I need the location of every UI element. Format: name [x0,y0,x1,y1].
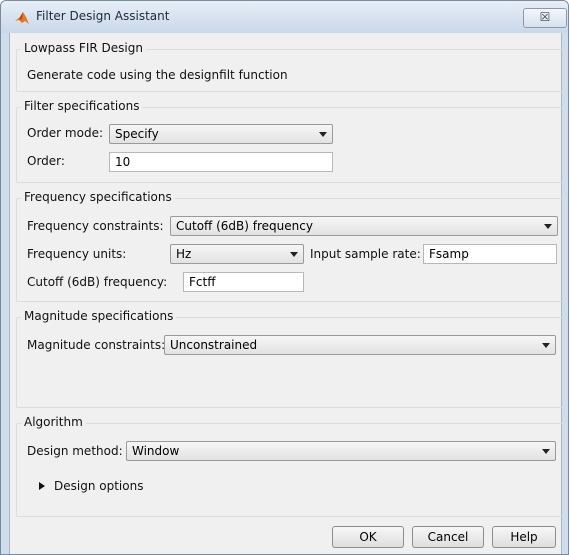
cutoff-frequency-input[interactable]: Fctff [183,272,304,292]
window-title: Filter Design Assistant [36,9,170,23]
design-method-label: Design method: [27,444,123,458]
frequency-units-label: Frequency units: [27,247,127,261]
frequency-constraints-select[interactable]: Cutoff (6dB) frequency [170,216,558,236]
chevron-down-icon [542,343,550,348]
dialog-body: Lowpass FIR Design Generate code using t… [9,33,566,554]
design-subtitle: Generate code using the designfilt funct… [27,68,288,82]
design-group: Lowpass FIR Design Generate code using t… [16,41,566,92]
design-method-select[interactable]: Window [126,441,556,461]
magnitude-specs-group: Magnitude specifications Magnitude const… [16,309,566,408]
ok-button[interactable]: OK [332,526,404,548]
magnitude-specs-title: Magnitude specifications [21,309,177,323]
order-value: 10 [115,155,131,169]
magnitude-constraints-select[interactable]: Unconstrained [164,335,556,355]
sample-rate-value: Fsamp [429,247,469,261]
cutoff-frequency-label: Cutoff (6dB) frequency: [27,275,168,289]
filter-specs-title: Filter specifications [21,99,143,113]
design-options-expander[interactable]: Design options [39,476,189,496]
sample-rate-input[interactable]: Fsamp [423,244,557,264]
design-method-value: Window [132,444,180,458]
matlab-logo-icon [15,12,29,24]
chevron-down-icon [319,132,327,137]
order-mode-select[interactable]: Specify [109,124,333,144]
triangle-right-icon [39,482,45,490]
order-input[interactable]: 10 [109,152,333,172]
magnitude-constraints-label: Magnitude constraints: [27,338,166,352]
frequency-specs-title: Frequency specifications [21,190,175,204]
frequency-constraints-value: Cutoff (6dB) frequency [176,219,313,233]
frequency-units-value: Hz [176,247,192,261]
design-options-label: Design options [54,479,144,493]
title-bar[interactable]: Filter Design Assistant ☒ [1,1,568,33]
chevron-down-icon [544,224,552,229]
chevron-down-icon [290,252,298,257]
cancel-button[interactable]: Cancel [412,526,484,548]
algorithm-group: Algorithm Design method: Window Design o… [16,415,566,517]
frequency-specs-group: Frequency specifications Frequency const… [16,190,566,302]
close-icon: ☒ [539,10,551,24]
frequency-units-select[interactable]: Hz [170,244,304,264]
dialog-window: Filter Design Assistant ☒ Lowpass FIR De… [0,0,569,555]
help-button[interactable]: Help [492,526,556,548]
cutoff-frequency-value: Fctff [189,275,216,289]
close-button[interactable]: ☒ [523,8,567,28]
algorithm-title: Algorithm [21,415,86,429]
filter-specs-group: Filter specifications Order mode: Specif… [16,99,566,183]
order-mode-value: Specify [115,127,159,141]
frequency-constraints-label: Frequency constraints: [27,219,164,233]
order-label: Order: [27,154,65,168]
sample-rate-label: Input sample rate: [310,247,421,261]
chevron-down-icon [542,449,550,454]
order-mode-label: Order mode: [27,126,103,140]
magnitude-constraints-value: Unconstrained [170,338,258,352]
design-group-title: Lowpass FIR Design [21,41,146,55]
